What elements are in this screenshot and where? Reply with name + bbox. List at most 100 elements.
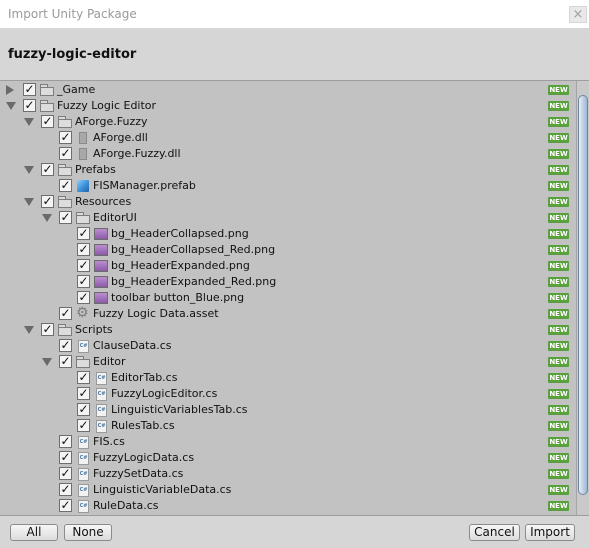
include-checkbox[interactable]: ✓	[59, 147, 72, 160]
new-badge: NEW	[548, 405, 569, 415]
expand-arrow-icon[interactable]	[24, 166, 34, 174]
tree-row[interactable]: ✓ FuzzySetData.cs NEW	[0, 466, 576, 482]
expand-arrow-icon[interactable]	[24, 326, 34, 334]
include-checkbox[interactable]: ✓	[77, 227, 90, 240]
tree-item-label: FuzzyLogicData.cs	[93, 451, 195, 464]
tree-row[interactable]: ✓ AForge.Fuzzy.dll NEW	[0, 146, 576, 162]
include-checkbox[interactable]: ✓	[59, 467, 72, 480]
cs-icon	[76, 499, 90, 513]
tree-row[interactable]: ✓ LinguisticVariableData.cs NEW	[0, 482, 576, 498]
new-badge: NEW	[548, 293, 569, 303]
import-button[interactable]: Import	[525, 524, 575, 541]
folder-icon	[40, 99, 54, 113]
png-icon	[94, 291, 108, 305]
folder-icon	[76, 355, 90, 369]
expand-arrow-icon[interactable]	[42, 214, 52, 222]
include-checkbox[interactable]: ✓	[77, 387, 90, 400]
include-checkbox[interactable]: ✓	[77, 403, 90, 416]
tree-row[interactable]: ✓ FIS.cs NEW	[0, 434, 576, 450]
tree-row[interactable]: ✓ AForge.Fuzzy NEW	[0, 114, 576, 130]
new-badge: NEW	[548, 165, 569, 175]
tree-row[interactable]: ✓ Resources NEW	[0, 194, 576, 210]
include-checkbox[interactable]: ✓	[59, 355, 72, 368]
tree-item-label: Fuzzy Logic Editor	[57, 99, 157, 112]
new-badge: NEW	[548, 421, 569, 431]
tree-row[interactable]: ✓ FuzzyLogicData.cs NEW	[0, 450, 576, 466]
package-header: fuzzy-logic-editor	[0, 28, 589, 81]
expand-arrow-icon[interactable]	[24, 198, 34, 206]
tree-item-label: bg_HeaderCollapsed_Red.png	[111, 243, 276, 256]
include-checkbox[interactable]: ✓	[23, 83, 36, 96]
cancel-button[interactable]: Cancel	[469, 524, 520, 541]
dll-icon	[76, 131, 90, 145]
folder-icon	[58, 195, 72, 209]
include-checkbox[interactable]: ✓	[59, 339, 72, 352]
package-name: fuzzy-logic-editor	[8, 47, 137, 62]
include-checkbox[interactable]: ✓	[59, 483, 72, 496]
include-checkbox[interactable]: ✓	[77, 275, 90, 288]
include-checkbox[interactable]: ✓	[59, 435, 72, 448]
new-badge: NEW	[548, 261, 569, 271]
tree-row[interactable]: ✓ _Game NEW	[0, 82, 576, 98]
include-checkbox[interactable]: ✓	[77, 291, 90, 304]
include-checkbox[interactable]: ✓	[41, 323, 54, 336]
new-badge: NEW	[548, 309, 569, 319]
tree-row[interactable]: ✓ toolbar button_Blue.png NEW	[0, 290, 576, 306]
tree-row[interactable]: ✓ FISManager.prefab NEW	[0, 178, 576, 194]
tree-row[interactable]: ✓ Scripts NEW	[0, 322, 576, 338]
collapse-arrow-icon[interactable]	[6, 85, 14, 95]
tree-row[interactable]: ✓ bg_HeaderCollapsed.png NEW	[0, 226, 576, 242]
close-icon[interactable]: ×	[569, 6, 587, 23]
include-checkbox[interactable]: ✓	[59, 179, 72, 192]
tree-row[interactable]: ✓ ClauseData.cs NEW	[0, 338, 576, 354]
tree-row[interactable]: ✓ LinguisticVariablesTab.cs NEW	[0, 402, 576, 418]
expand-arrow-icon[interactable]	[6, 102, 16, 110]
include-checkbox[interactable]: ✓	[77, 243, 90, 256]
include-checkbox[interactable]: ✓	[23, 99, 36, 112]
png-icon	[94, 259, 108, 273]
include-checkbox[interactable]: ✓	[59, 131, 72, 144]
include-checkbox[interactable]: ✓	[77, 371, 90, 384]
tree-row[interactable]: ✓ Fuzzy Logic Data.asset NEW	[0, 305, 576, 322]
expand-arrow-icon[interactable]	[42, 358, 52, 366]
tree-row[interactable]: ✓ Prefabs NEW	[0, 162, 576, 178]
tree-row[interactable]: ✓ RulesTab.cs NEW	[0, 418, 576, 434]
new-badge: NEW	[548, 181, 569, 191]
new-badge: NEW	[548, 85, 569, 95]
tree-row[interactable]: ✓ bg_HeaderCollapsed_Red.png NEW	[0, 242, 576, 258]
include-checkbox[interactable]: ✓	[41, 195, 54, 208]
tree-row[interactable]: ✓ Editor NEW	[0, 354, 576, 370]
vertical-scrollbar[interactable]	[576, 81, 589, 515]
select-all-button[interactable]: All	[10, 524, 58, 541]
tree-item-label: ClauseData.cs	[93, 339, 172, 352]
tree-row[interactable]: ✓ AForge.dll NEW	[0, 130, 576, 146]
png-icon	[94, 243, 108, 257]
include-checkbox[interactable]: ✓	[59, 307, 72, 320]
tree-row[interactable]: ✓ EditorUI NEW	[0, 210, 576, 226]
include-checkbox[interactable]: ✓	[77, 419, 90, 432]
tree-item-label: RulesTab.cs	[111, 419, 175, 432]
include-checkbox[interactable]: ✓	[77, 259, 90, 272]
new-badge: NEW	[548, 437, 569, 447]
new-badge: NEW	[548, 245, 569, 255]
tree-row[interactable]: ✓ bg_HeaderExpanded.png NEW	[0, 258, 576, 274]
select-none-button[interactable]: None	[64, 524, 112, 541]
tree-row[interactable]: ✓ FuzzyLogicEditor.cs NEW	[0, 386, 576, 402]
cs-icon	[94, 387, 108, 401]
scrollbar-thumb[interactable]	[578, 95, 588, 495]
prefab-icon	[76, 179, 90, 193]
include-checkbox[interactable]: ✓	[59, 451, 72, 464]
include-checkbox[interactable]: ✓	[59, 211, 72, 224]
include-checkbox[interactable]: ✓	[41, 115, 54, 128]
tree-row[interactable]: ✓ bg_HeaderExpanded_Red.png NEW	[0, 274, 576, 290]
tree-item-label: AForge.dll	[93, 131, 148, 144]
include-checkbox[interactable]: ✓	[41, 163, 54, 176]
tree-row[interactable]: ✓ Fuzzy Logic Editor NEW	[0, 98, 576, 114]
expand-arrow-icon[interactable]	[24, 118, 34, 126]
include-checkbox[interactable]: ✓	[59, 499, 72, 512]
new-badge: NEW	[548, 357, 569, 367]
tree-row[interactable]: ✓ EditorTab.cs NEW	[0, 370, 576, 386]
new-badge: NEW	[548, 501, 569, 511]
tree-row[interactable]: ✓ RuleData.cs NEW	[0, 498, 576, 514]
folder-icon	[76, 211, 90, 225]
